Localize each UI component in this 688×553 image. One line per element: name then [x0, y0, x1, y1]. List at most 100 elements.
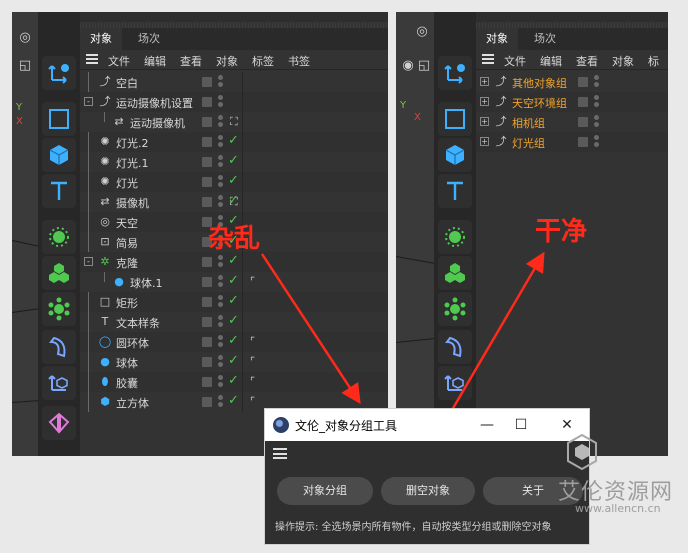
target-tag-icon[interactable]: ⛶ [230, 115, 238, 129]
phong-tag-icon[interactable]: ⌜ [250, 355, 255, 368]
object-name[interactable]: 灯光.2 [116, 135, 149, 151]
object-row[interactable]: ✺ 灯光.2 ✓ [80, 132, 388, 152]
layer-box[interactable] [578, 77, 588, 87]
collapse-toggle-icon[interactable]: - [84, 257, 93, 266]
expand-toggle-icon[interactable]: + [480, 77, 489, 86]
object-row[interactable]: ✺ 灯光.1 ✓ [80, 152, 388, 172]
object-name[interactable]: 立方体 [116, 395, 149, 411]
object-name[interactable]: 空白 [116, 75, 138, 91]
visibility-dots[interactable] [218, 255, 223, 269]
menu-view[interactable]: 查看 [180, 53, 202, 69]
phong-tag-icon[interactable]: ⌜ [250, 395, 255, 408]
layer-box[interactable] [202, 77, 212, 87]
tab-takes[interactable]: 场次 [128, 28, 170, 50]
menu-file[interactable]: 文件 [108, 53, 130, 69]
expand-toggle-icon[interactable]: + [480, 137, 489, 146]
visibility-dots[interactable] [218, 375, 223, 389]
field-tool-button[interactable] [438, 366, 472, 400]
object-name[interactable]: 运动摄像机设置 [116, 95, 193, 111]
group-row[interactable]: + ⤴ 相机组 [476, 112, 668, 132]
visibility-dots[interactable] [218, 315, 223, 329]
object-name[interactable]: 球体 [116, 355, 138, 371]
layer-box[interactable] [202, 137, 212, 147]
layer-box[interactable] [578, 97, 588, 107]
viewport-orbit-icon[interactable]: ◉ [400, 58, 416, 74]
group-objects-button[interactable]: 对象分组 [277, 477, 373, 505]
minimize-icon[interactable]: — [477, 415, 497, 435]
delete-empty-button[interactable]: 删空对象 [381, 477, 475, 505]
visibility-dots[interactable] [594, 95, 599, 109]
enabled-check-icon[interactable]: ✓ [228, 393, 239, 408]
menu-object[interactable]: 对象 [612, 53, 634, 69]
layer-box[interactable] [202, 377, 212, 387]
layer-box[interactable] [202, 277, 212, 287]
menu-edit[interactable]: 编辑 [144, 53, 166, 69]
hamburger-menu-icon[interactable] [86, 54, 98, 64]
group-row[interactable]: + ⤴ 其他对象组 [476, 72, 668, 92]
visibility-dots[interactable] [594, 135, 599, 149]
object-name[interactable]: 运动摄像机 [130, 115, 185, 131]
visibility-dots[interactable] [218, 75, 223, 89]
tab-takes[interactable]: 场次 [524, 28, 566, 50]
object-row[interactable]: ⇄ 运动摄像机 ⛶ [80, 112, 388, 132]
object-row[interactable]: ⇄ 摄像机 ✓ ⛶ [80, 192, 388, 212]
rectangle-tool-button[interactable] [438, 102, 472, 136]
group-name[interactable]: 相机组 [512, 115, 545, 131]
deformer-tool-button[interactable] [438, 330, 472, 364]
enabled-check-icon[interactable]: ✓ [228, 313, 239, 328]
cube-tool-button[interactable] [438, 138, 472, 172]
null-tool-button[interactable] [438, 56, 472, 90]
layer-box[interactable] [578, 117, 588, 127]
layer-box[interactable] [202, 357, 212, 367]
deformer-tool-button[interactable] [42, 330, 76, 364]
object-name[interactable]: 克隆 [116, 255, 138, 271]
menu-tags[interactable]: 标签 [252, 53, 274, 69]
visibility-dots[interactable] [218, 155, 223, 169]
collapse-toggle-icon[interactable]: - [84, 97, 93, 106]
object-name[interactable]: 圆环体 [116, 335, 149, 351]
group-name[interactable]: 灯光组 [512, 135, 545, 151]
effector-tool-button[interactable] [438, 292, 472, 326]
layer-box[interactable] [202, 297, 212, 307]
field-tool-button[interactable] [42, 366, 76, 400]
menu-bookmarks[interactable]: 书签 [288, 53, 310, 69]
visibility-dots[interactable] [218, 195, 223, 209]
rectangle-tool-button[interactable] [42, 102, 76, 136]
group-name[interactable]: 天空环境组 [512, 95, 567, 111]
mograph-tool-button[interactable] [42, 256, 76, 290]
phong-tag-icon[interactable]: ⌜ [250, 335, 255, 348]
viewport-camera-icon[interactable]: ◎ [414, 24, 430, 40]
group-name[interactable]: 其他对象组 [512, 75, 567, 91]
object-row[interactable]: ⬮ 胶囊 ✓ ⌜ [80, 372, 388, 392]
viewport-frame-icon[interactable]: ◱ [17, 58, 33, 74]
object-name[interactable]: 灯光 [116, 175, 138, 191]
object-name[interactable]: 天空 [116, 215, 138, 231]
visibility-dots[interactable] [218, 295, 223, 309]
enabled-check-icon[interactable]: ✓ [228, 293, 239, 308]
enabled-check-icon[interactable]: ✓ [228, 253, 239, 268]
visibility-dots[interactable] [218, 275, 223, 289]
object-row[interactable]: ⤴ 空白 [80, 72, 388, 92]
phong-tag-icon[interactable]: ⌜ [250, 375, 255, 388]
mograph-tool-button[interactable] [438, 256, 472, 290]
null-tool-button[interactable] [42, 56, 76, 90]
layer-box[interactable] [202, 317, 212, 327]
object-name[interactable]: 简易 [116, 235, 138, 251]
visibility-dots[interactable] [218, 115, 223, 129]
layer-box[interactable] [202, 397, 212, 407]
volume-tool-button[interactable] [42, 406, 76, 440]
visibility-dots[interactable] [218, 355, 223, 369]
layer-box[interactable] [202, 177, 212, 187]
visibility-dots[interactable] [594, 115, 599, 129]
enabled-check-icon[interactable]: ✓ [228, 333, 239, 348]
visibility-dots[interactable] [594, 75, 599, 89]
object-name[interactable]: 球体.1 [130, 275, 163, 291]
group-row[interactable]: + ⤴ 天空环境组 [476, 92, 668, 112]
object-row[interactable]: ● 球体 ✓ ⌜ [80, 352, 388, 372]
object-row[interactable]: - ⤴ 运动摄像机设置 [80, 92, 388, 112]
viewport-right[interactable]: ◎ ◉ ◱ Y X [396, 12, 436, 456]
dialog-titlebar[interactable]: 文伦_对象分组工具 — ☐ ✕ [265, 409, 589, 441]
visibility-dots[interactable] [218, 175, 223, 189]
phong-tag-icon[interactable]: ⌜ [250, 275, 255, 288]
tab-objects[interactable]: 对象 [476, 28, 518, 50]
